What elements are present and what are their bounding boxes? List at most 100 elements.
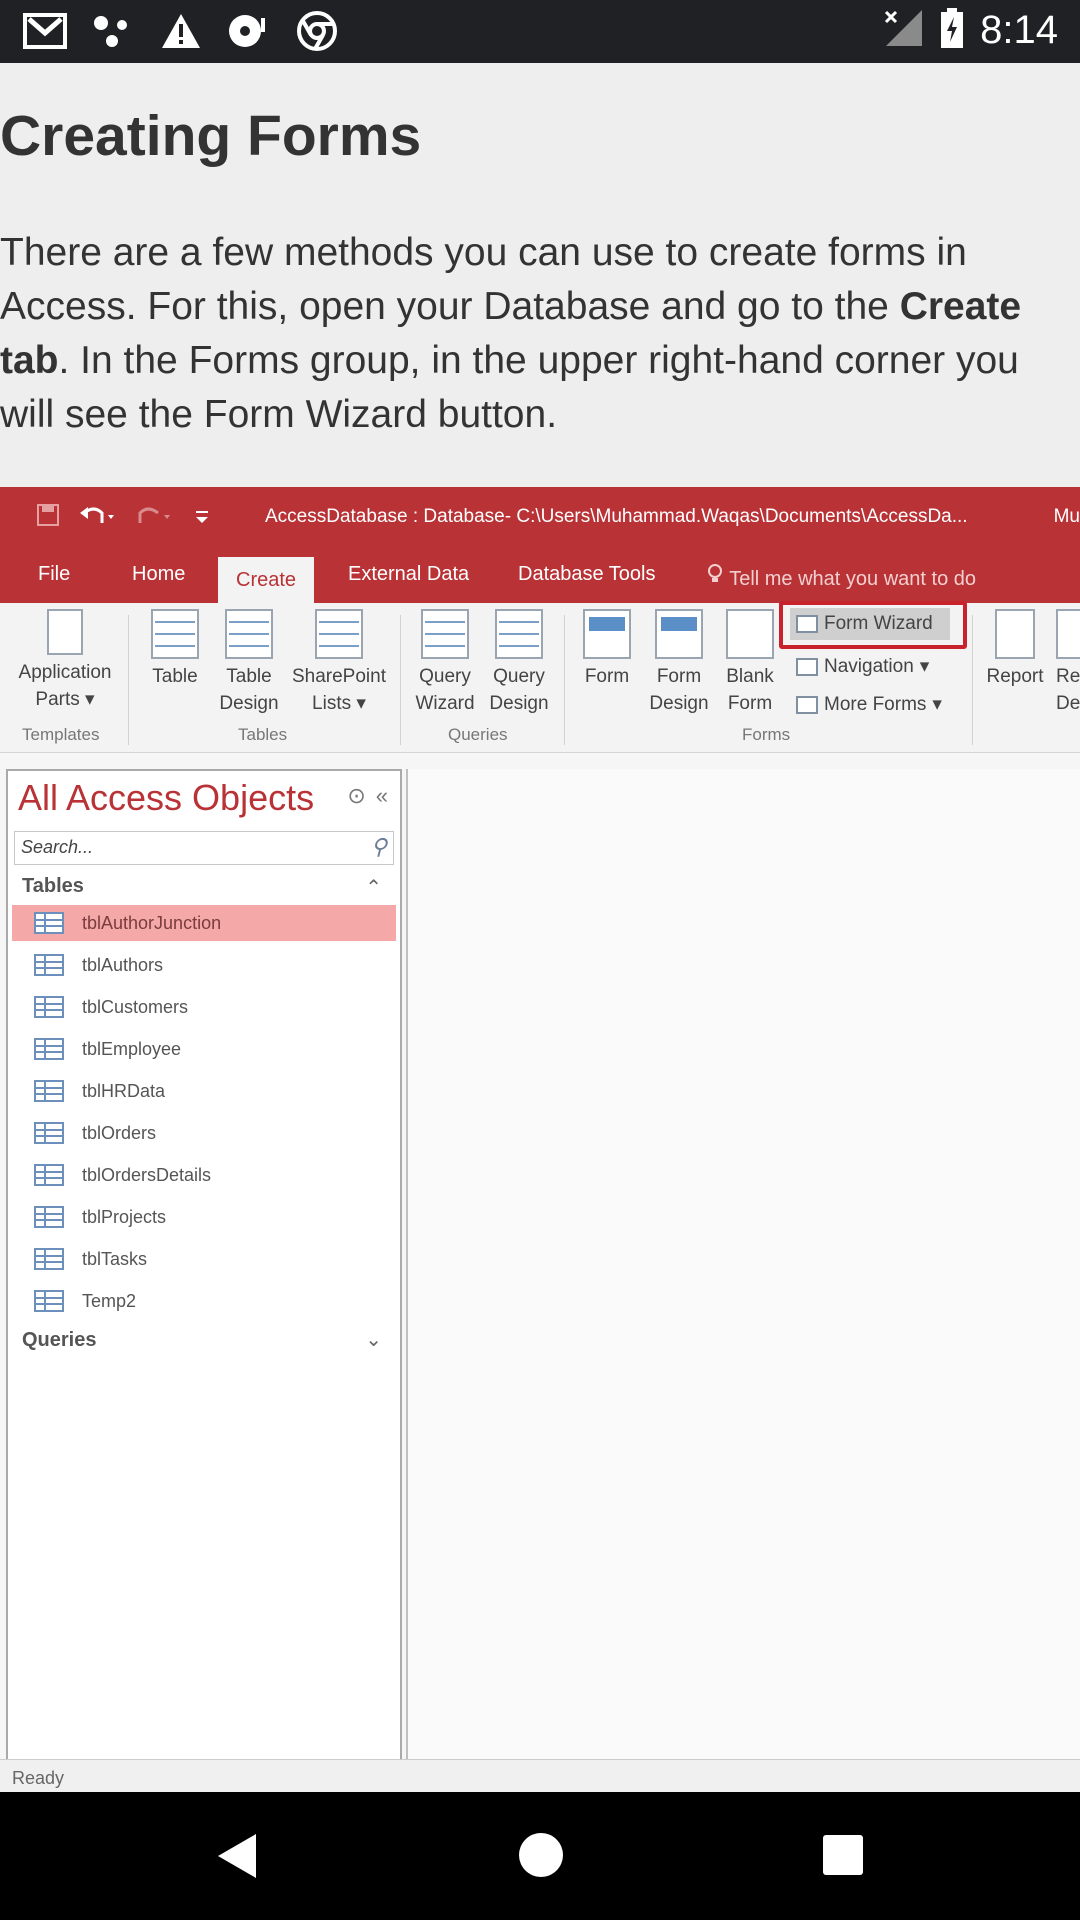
android-nav-bar [0, 1792, 1080, 1920]
ribbon-tabs: File Home Create External Data Database … [0, 549, 1080, 603]
group-label-tables: Tables [238, 725, 288, 744]
group-separator [972, 615, 973, 745]
sharepoint-icon [315, 609, 363, 659]
table-name: tblTasks [82, 1248, 148, 1269]
button-label: Design [219, 693, 279, 714]
navigation-icon [796, 657, 818, 676]
undo-icon [78, 503, 118, 533]
music-icon [226, 10, 272, 52]
report-design-button[interactable]: Re De [1056, 609, 1080, 717]
navigation-button[interactable]: Navigation ▾ [796, 655, 929, 678]
group-label-forms: Forms [742, 725, 791, 744]
table-row[interactable]: tblOrders [12, 1115, 396, 1151]
table-row[interactable]: tblAuthors [12, 947, 396, 983]
search-placeholder: Search... [21, 837, 94, 857]
table-name: tblOrdersDetails [82, 1164, 212, 1185]
table-row[interactable]: tblHRData [12, 1073, 396, 1109]
collapse-category-icon[interactable]: ⌃ [365, 875, 382, 900]
clock: 8:14 [980, 8, 1058, 52]
button-label: Navigation [824, 655, 914, 677]
table-icon [34, 1248, 64, 1270]
table-row[interactable]: Temp2 [12, 1283, 396, 1319]
collapse-pane-icon[interactable]: « [376, 783, 388, 809]
recents-icon[interactable] [822, 1834, 864, 1881]
table-design-button[interactable]: Table Design [214, 609, 284, 717]
blank-form-button[interactable]: Blank Form [720, 609, 780, 717]
battery-icon [940, 8, 964, 53]
tab-home[interactable]: Home [132, 563, 185, 586]
access-titlebar: AccessDatabase : Database- C:\Users\Muha… [0, 487, 1080, 549]
dots-icon [90, 10, 136, 52]
table-row[interactable]: tblCustomers [12, 989, 396, 1025]
para-bold: Create [899, 285, 1022, 328]
table-name: tblCustomers [82, 996, 189, 1017]
table-button[interactable]: Table [146, 609, 204, 690]
sharepoint-lists-button[interactable]: SharePoint Lists ▾ [288, 609, 390, 717]
button-label: Re [1056, 666, 1080, 687]
more-forms-icon [796, 695, 818, 714]
redo-icon [136, 503, 176, 533]
search-icon[interactable]: ⚲ [371, 834, 387, 860]
para-text: . In the Forms group, in the upper right… [58, 339, 1019, 382]
signal-icon [884, 8, 924, 53]
button-label: Table [152, 666, 198, 687]
report-icon [995, 609, 1035, 659]
table-icon [34, 954, 64, 976]
table-icon [34, 1290, 64, 1312]
table-icon [34, 1038, 64, 1060]
tab-database-tools[interactable]: Database Tools [518, 563, 656, 586]
button-label: SharePoint [291, 666, 386, 687]
table-icon [34, 912, 64, 934]
table-name: Temp2 [82, 1290, 137, 1311]
table-icon [34, 1164, 64, 1186]
home-icon[interactable] [518, 1832, 564, 1883]
query-design-button[interactable]: Query Design [484, 609, 554, 717]
table-row[interactable]: tblAuthorJunction [12, 905, 396, 941]
status-bar: 8:14 [0, 0, 1080, 63]
para-line: tab. In the Forms group, in the upper ri… [0, 334, 1080, 388]
table-row[interactable]: tblTasks [12, 1241, 396, 1277]
nav-pane-header[interactable]: All Access Objects [18, 777, 314, 819]
report-button[interactable]: Report [982, 609, 1048, 690]
gmail-icon [22, 10, 68, 52]
button-label: Report [986, 666, 1044, 687]
table-name: tblProjects [82, 1206, 167, 1227]
table-row[interactable]: tblProjects [12, 1199, 396, 1235]
form-design-icon [655, 609, 703, 659]
category-tables[interactable]: Tables [22, 875, 84, 898]
back-icon[interactable] [214, 1832, 258, 1885]
search-input[interactable]: Search... ⚲ [14, 831, 394, 865]
application-parts-button[interactable]: Application Parts ▾ [10, 609, 120, 713]
dropdown-circle-icon[interactable]: ⊙ [347, 783, 365, 809]
button-label: Query [493, 666, 545, 687]
form-icon [583, 609, 631, 659]
more-forms-button[interactable]: More Forms ▾ [796, 693, 942, 716]
report-design-icon [1056, 609, 1080, 659]
button-label: Query [419, 666, 471, 687]
tab-file[interactable]: File [38, 563, 70, 586]
category-queries[interactable]: Queries [22, 1329, 96, 1352]
blank-form-icon [726, 609, 774, 659]
table-name: tblAuthors [82, 954, 164, 975]
tab-create[interactable]: Create [218, 557, 315, 603]
group-separator [128, 615, 129, 745]
page-title: Creating Forms [0, 104, 422, 168]
navigation-pane: All Access Objects ⊙ « Search... ⚲ Table… [6, 769, 402, 1766]
button-label: Application [18, 662, 112, 683]
tab-external-data[interactable]: External Data [348, 563, 469, 586]
table-row[interactable]: tblOrdersDetails [12, 1157, 396, 1193]
para-line: Access. For this, open your Database and… [0, 280, 1080, 334]
table-row[interactable]: tblEmployee [12, 1031, 396, 1067]
chrome-icon [294, 10, 340, 52]
window-title: AccessDatabase : Database- C:\Users\Muha… [265, 506, 968, 527]
query-wizard-icon [421, 609, 469, 659]
query-wizard-button[interactable]: Query Wizard [412, 609, 478, 717]
table-icon [34, 1206, 64, 1228]
form-wizard-callout [779, 601, 967, 649]
form-design-button[interactable]: Form Design [646, 609, 712, 717]
expand-category-icon[interactable]: ⌄ [365, 1327, 382, 1352]
tell-me-box[interactable]: Tell me what you want to do [706, 563, 976, 591]
form-button[interactable]: Form [578, 609, 636, 690]
button-label: De [1056, 693, 1080, 714]
user-name: Mu [1053, 506, 1080, 527]
